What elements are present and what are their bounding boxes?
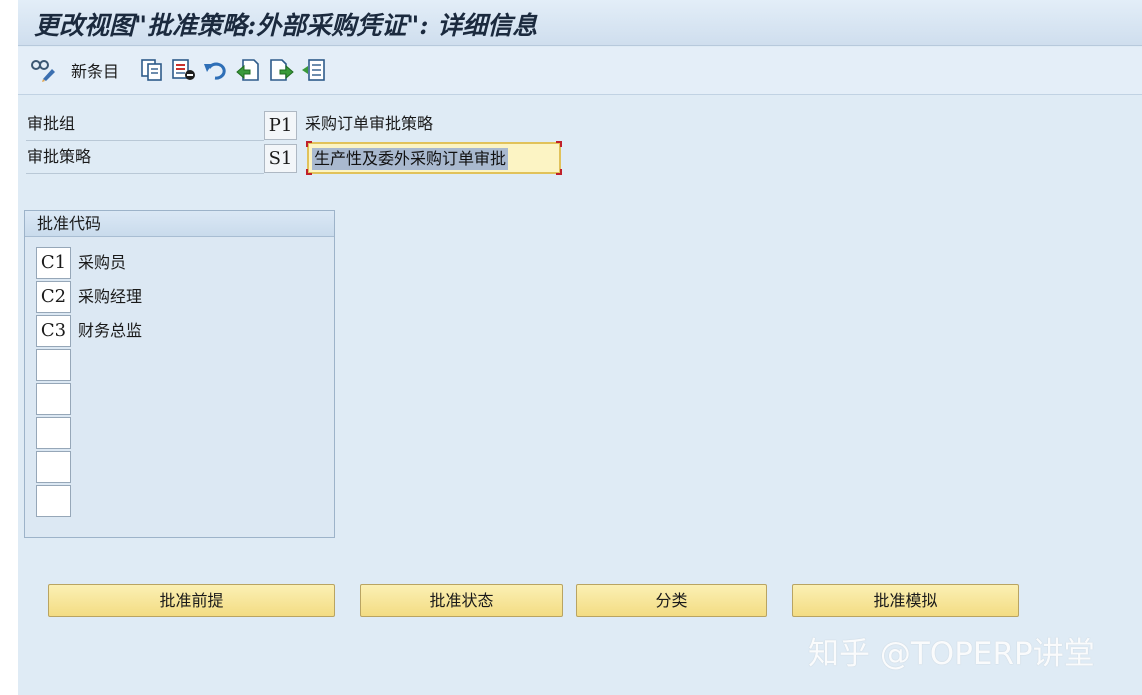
release-strategy-field[interactable]: S1 — [264, 144, 297, 173]
list-item: C3 财务总监 — [36, 315, 326, 347]
copy-button[interactable] — [140, 56, 164, 84]
release-prerequisites-button[interactable]: 批准前提 — [48, 584, 335, 617]
release-group-label: 审批组 — [26, 108, 264, 141]
focus-corner — [306, 169, 312, 175]
new-entries-label: 新条目 — [71, 62, 120, 81]
release-code-field[interactable] — [36, 417, 71, 449]
list-item — [36, 383, 326, 415]
display-change-icon — [30, 58, 56, 82]
delete-icon — [171, 58, 197, 82]
release-code-field[interactable] — [36, 451, 71, 483]
release-codes-group: 批准代码 C1 采购员 C2 采购经理 C3 财务总监 — [24, 210, 335, 538]
undo-icon — [203, 58, 229, 82]
sap-window: 更改视图"批准策略:外部采购凭证": 详细信息 新条目 审批组 P1 采购订单审… — [18, 0, 1142, 695]
left-margin — [0, 0, 18, 695]
list-item — [36, 417, 326, 449]
list-item — [36, 451, 326, 483]
release-codes-header: 批准代码 — [25, 211, 334, 237]
select-all-button[interactable] — [301, 56, 327, 84]
release-strategy-description-input[interactable]: 生产性及委外采购订单审批 — [306, 141, 562, 175]
display-change-button[interactable] — [30, 56, 56, 84]
release-code-field[interactable]: C2 — [36, 281, 71, 313]
list-item — [36, 349, 326, 381]
list-item: C2 采购经理 — [36, 281, 326, 313]
release-code-field[interactable] — [36, 485, 71, 517]
release-strategy-row: 审批策略 S1 生产性及委外采购订单审批 — [26, 141, 562, 175]
focus-corner — [556, 169, 562, 175]
release-code-field[interactable] — [36, 383, 71, 415]
next-entry-button[interactable] — [269, 56, 295, 84]
list-item — [36, 485, 326, 517]
release-statuses-button[interactable]: 批准状态 — [360, 584, 563, 617]
focus-corner — [556, 141, 562, 147]
page-title: 更改视图"批准策略:外部采购凭证": 详细信息 — [34, 11, 538, 40]
release-code-text: 采购经理 — [78, 287, 143, 306]
release-group-field[interactable]: P1 — [264, 111, 297, 140]
release-strategy-description-text: 生产性及委外采购订单审批 — [312, 148, 509, 170]
previous-entry-icon — [235, 58, 261, 82]
next-entry-icon — [269, 58, 295, 82]
list-item: C1 采购员 — [36, 247, 326, 279]
release-code-field[interactable]: C1 — [36, 247, 71, 279]
delete-button[interactable] — [171, 56, 197, 84]
undo-button[interactable] — [203, 56, 229, 84]
title-bar: 更改视图"批准策略:外部采购凭证": 详细信息 — [18, 0, 1142, 46]
release-simulation-button[interactable]: 批准模拟 — [792, 584, 1019, 617]
copy-icon — [140, 58, 164, 82]
focus-corner — [306, 141, 312, 147]
release-group-description: 采购订单审批策略 — [305, 114, 434, 133]
classification-button[interactable]: 分类 — [576, 584, 767, 617]
select-all-icon — [301, 58, 327, 82]
release-code-field[interactable]: C3 — [36, 315, 71, 347]
previous-entry-button[interactable] — [235, 56, 261, 84]
watermark: 知乎 @TOPERP讲堂 — [808, 636, 1095, 672]
application-toolbar: 新条目 — [18, 47, 1142, 95]
release-code-text: 财务总监 — [78, 321, 143, 340]
release-code-field[interactable] — [36, 349, 71, 381]
release-code-text: 采购员 — [78, 253, 127, 272]
release-group-row: 审批组 P1 采购订单审批策略 — [26, 108, 546, 141]
new-entries-button[interactable]: 新条目 — [71, 56, 119, 84]
release-strategy-label: 审批策略 — [26, 141, 264, 174]
